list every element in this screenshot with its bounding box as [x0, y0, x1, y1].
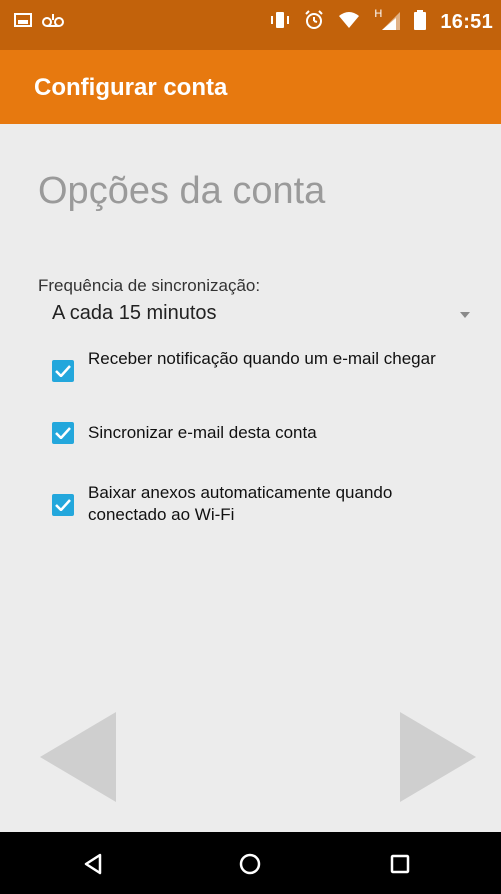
main-content: Opções da conta Frequência de sincroniza… [0, 124, 501, 724]
option-notify-new-email[interactable]: Receber notificação quando um e-mail che… [52, 348, 472, 394]
checkmark-icon [55, 427, 71, 439]
option-download-attachments[interactable]: Baixar anexos automaticamente quando con… [52, 482, 472, 528]
status-bar-left [14, 12, 64, 33]
status-bar: H 16:51 [0, 0, 501, 50]
wizard-navigation [0, 712, 501, 802]
system-nav-bar [0, 832, 501, 894]
next-arrow-icon[interactable] [400, 712, 476, 802]
sync-checkbox[interactable] [52, 422, 74, 444]
back-button[interactable] [78, 849, 108, 879]
attachments-checkbox[interactable] [52, 494, 74, 516]
checkmark-icon [55, 499, 71, 511]
alarm-icon [304, 10, 324, 35]
signal-icon: H [374, 8, 401, 35]
vibrate-icon [270, 11, 290, 34]
dropdown-arrow-icon [460, 312, 470, 318]
checkmark-icon [55, 365, 71, 377]
screenshot-icon [14, 13, 32, 32]
voicemail-icon [42, 12, 64, 33]
back-arrow-icon[interactable] [40, 712, 116, 802]
app-bar: Configurar conta [0, 50, 501, 124]
status-bar-right: H 16:51 [270, 8, 493, 35]
option-label: Receber notificação quando um e-mail che… [88, 349, 436, 368]
sync-frequency-value: A cada 15 minutos [52, 302, 217, 324]
page-title: Opções da conta [38, 170, 326, 212]
recents-button[interactable] [385, 849, 415, 879]
home-button[interactable] [235, 849, 265, 879]
option-sync-email[interactable]: Sincronizar e-mail desta conta [52, 420, 472, 448]
home-icon [239, 853, 261, 875]
sync-frequency-dropdown[interactable]: A cada 15 minutos [38, 300, 470, 334]
network-type-label: H [374, 8, 383, 20]
status-clock: 16:51 [440, 11, 493, 33]
battery-icon [414, 10, 427, 35]
option-label: Baixar anexos automaticamente quando con… [88, 483, 393, 524]
option-label: Sincronizar e-mail desta conta [88, 423, 317, 442]
wifi-icon [338, 11, 360, 34]
sync-frequency-label: Frequência de sincronização: [38, 276, 261, 295]
app-bar-title: Configurar conta [34, 74, 228, 101]
recents-icon [390, 854, 410, 874]
notify-checkbox[interactable] [52, 360, 74, 382]
back-icon [84, 853, 102, 875]
